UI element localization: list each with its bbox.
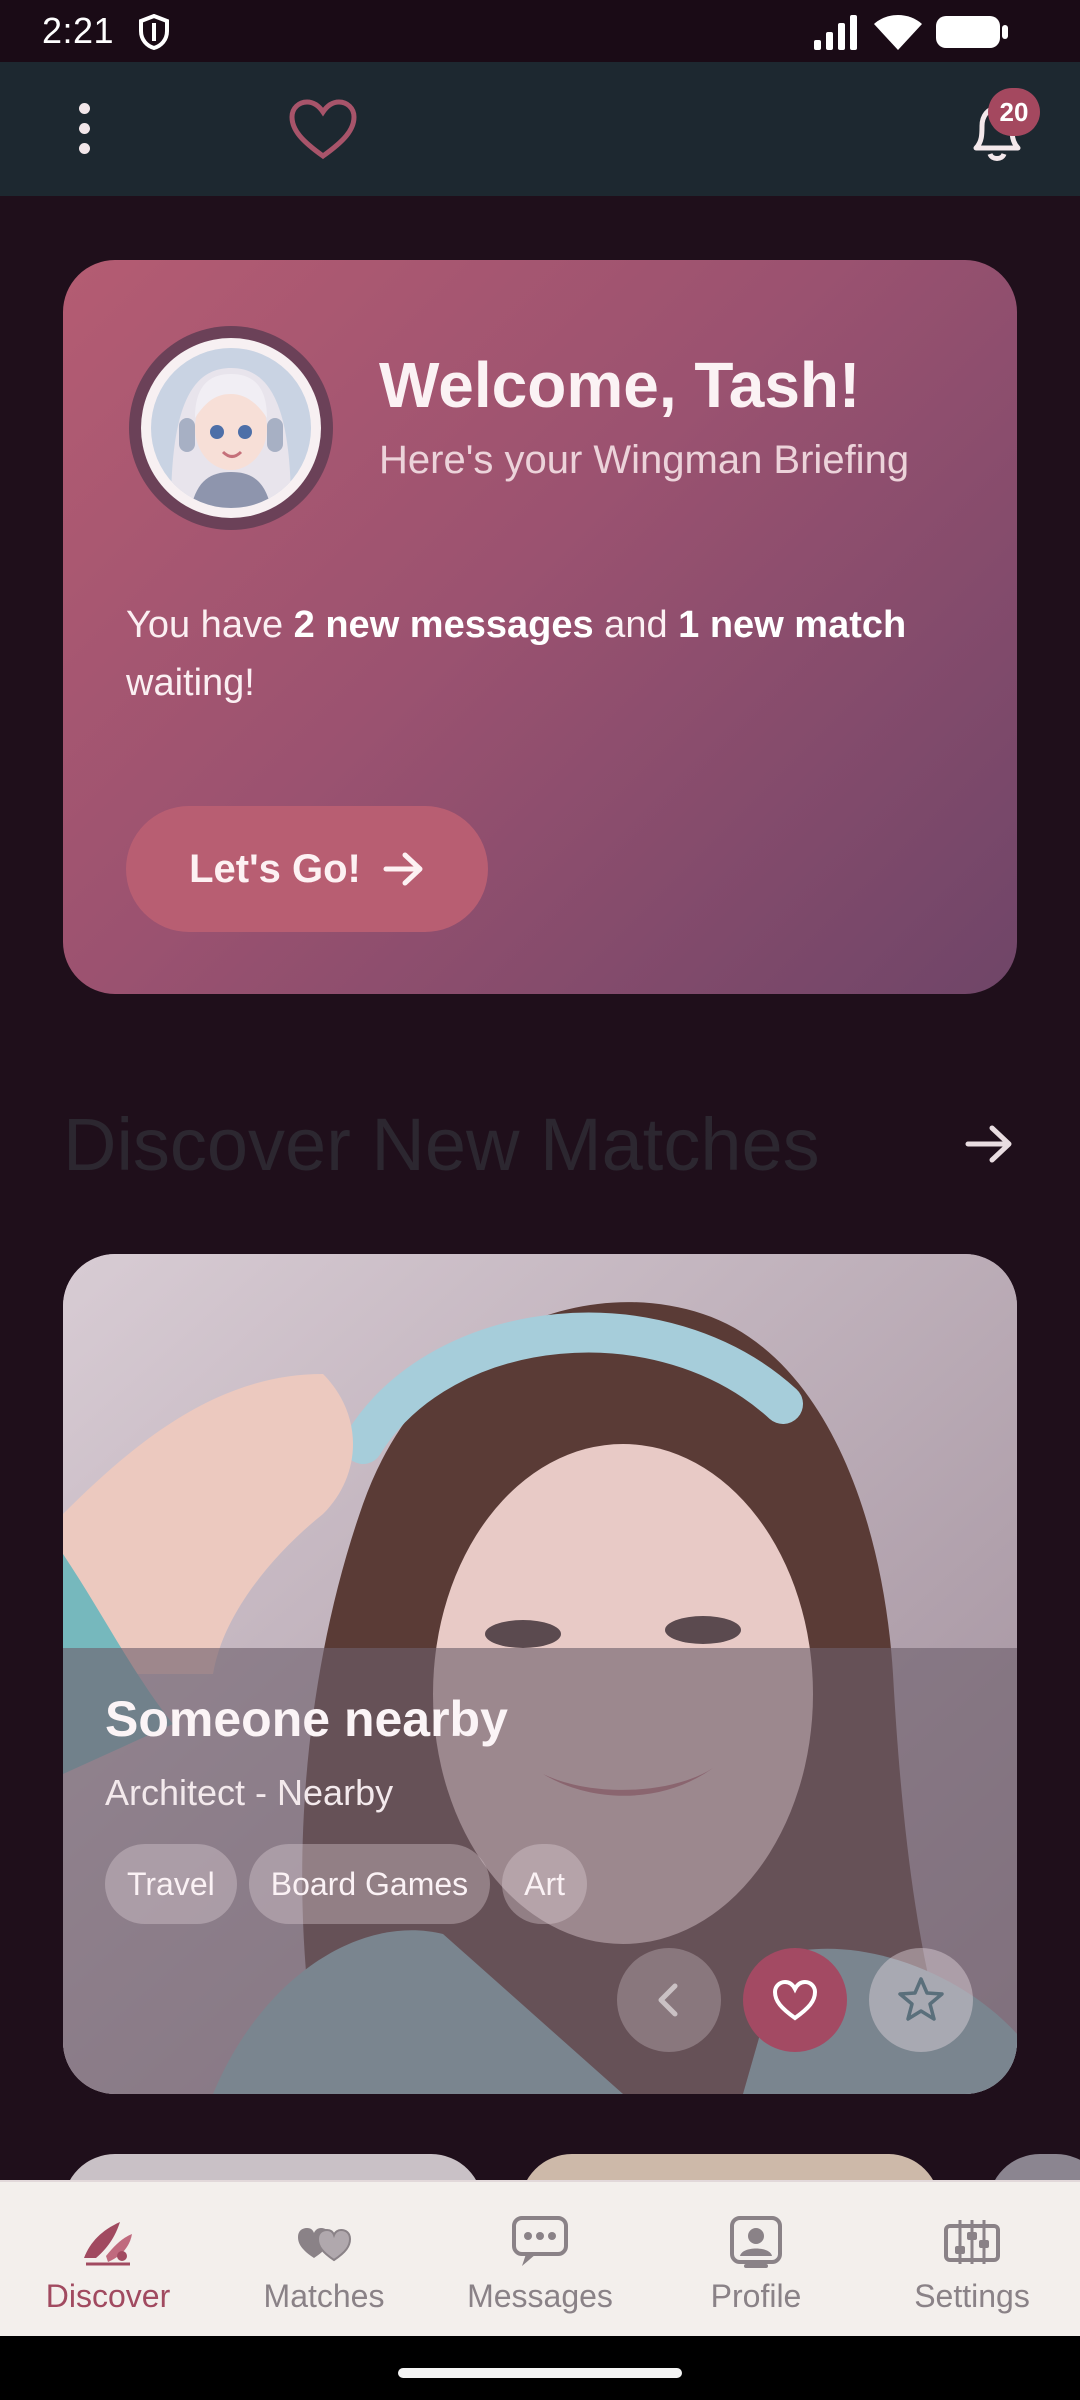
nav-item-messages[interactable]: Messages [432, 2182, 648, 2336]
menu-dot-icon [78, 122, 90, 134]
welcome-card: Welcome, Tash! Here's your Wingman Brief… [63, 260, 1017, 994]
nav-label: Profile [710, 2278, 802, 2314]
heart-icon [772, 1979, 818, 2021]
status-bar: 2:21 [0, 0, 1080, 62]
wifi-icon [874, 15, 922, 50]
see-all-arrow-icon[interactable] [962, 1118, 1018, 1170]
messages-icon [512, 2216, 568, 2266]
status-time: 2:21 [42, 10, 115, 51]
new-messages-count: 2 new messages [293, 604, 594, 646]
nav-label: Settings [914, 2278, 1030, 2314]
nav-label: Discover [45, 2278, 171, 2314]
nav-label: Matches [263, 2278, 385, 2314]
matches-icon [298, 2228, 352, 2262]
menu-dot-icon [78, 102, 90, 114]
signal-icon [814, 15, 857, 50]
home-gesture-handle[interactable] [398, 2368, 682, 2378]
profile-icon [730, 2216, 782, 2268]
app-screen: 2:21 20 Welcome, Tash! Here's your Wingm… [0, 0, 1080, 2400]
like-button[interactable] [743, 1948, 847, 2052]
message-suffix: waiting! [126, 662, 255, 704]
arrow-right-icon [383, 852, 423, 886]
star-icon [898, 1977, 944, 2021]
avatar [129, 326, 333, 530]
message-prefix: You have [126, 604, 294, 646]
lets-go-button[interactable]: Let's Go! [126, 806, 488, 932]
menu-dot-icon [78, 142, 90, 154]
interest-tag: Board Games [248, 1844, 491, 1924]
new-match-count: 1 new match [678, 604, 907, 646]
interest-tags: Travel Board Games Art [105, 1844, 588, 1924]
overflow-menu-button[interactable] [60, 92, 108, 164]
welcome-subtitle: Here's your Wingman Briefing [379, 438, 910, 482]
app-bar: 20 [0, 62, 1080, 196]
previous-button[interactable] [617, 1948, 721, 2052]
wingman-avatar-icon [151, 348, 311, 508]
match-subtitle: Architect - Nearby [105, 1772, 394, 1813]
bottom-navigation: Discover Matches Messages Profile Settin… [0, 2180, 1080, 2336]
nav-item-matches[interactable]: Matches [216, 2182, 432, 2336]
discover-icon [84, 2222, 132, 2266]
super-like-button[interactable] [869, 1948, 973, 2052]
chevron-left-icon [658, 1983, 678, 2017]
battery-icon [936, 16, 1008, 48]
nav-label: Messages [467, 2278, 613, 2314]
interest-tag: Travel [105, 1844, 237, 1924]
nav-item-profile[interactable]: Profile [648, 2182, 864, 2336]
heart-logo-icon [289, 99, 357, 160]
nav-item-discover[interactable]: Discover [0, 2182, 216, 2336]
notification-badge: 20 [988, 88, 1040, 136]
welcome-message: You have 2 new messages and 1 new match … [126, 596, 956, 712]
shield-icon [139, 14, 169, 50]
discover-section-title: Discover New Matches [63, 1103, 820, 1186]
settings-icon [944, 2220, 1000, 2264]
welcome-title: Welcome, Tash! [379, 349, 861, 421]
nav-item-settings[interactable]: Settings [864, 2182, 1080, 2336]
match-card[interactable]: Someone nearby Architect - Nearby Travel… [63, 1254, 1017, 2094]
interest-tag: Art [502, 1844, 588, 1924]
message-middle: and [593, 604, 679, 646]
match-name: Someone nearby [105, 1691, 508, 1747]
lets-go-label: Let's Go! [189, 846, 361, 891]
